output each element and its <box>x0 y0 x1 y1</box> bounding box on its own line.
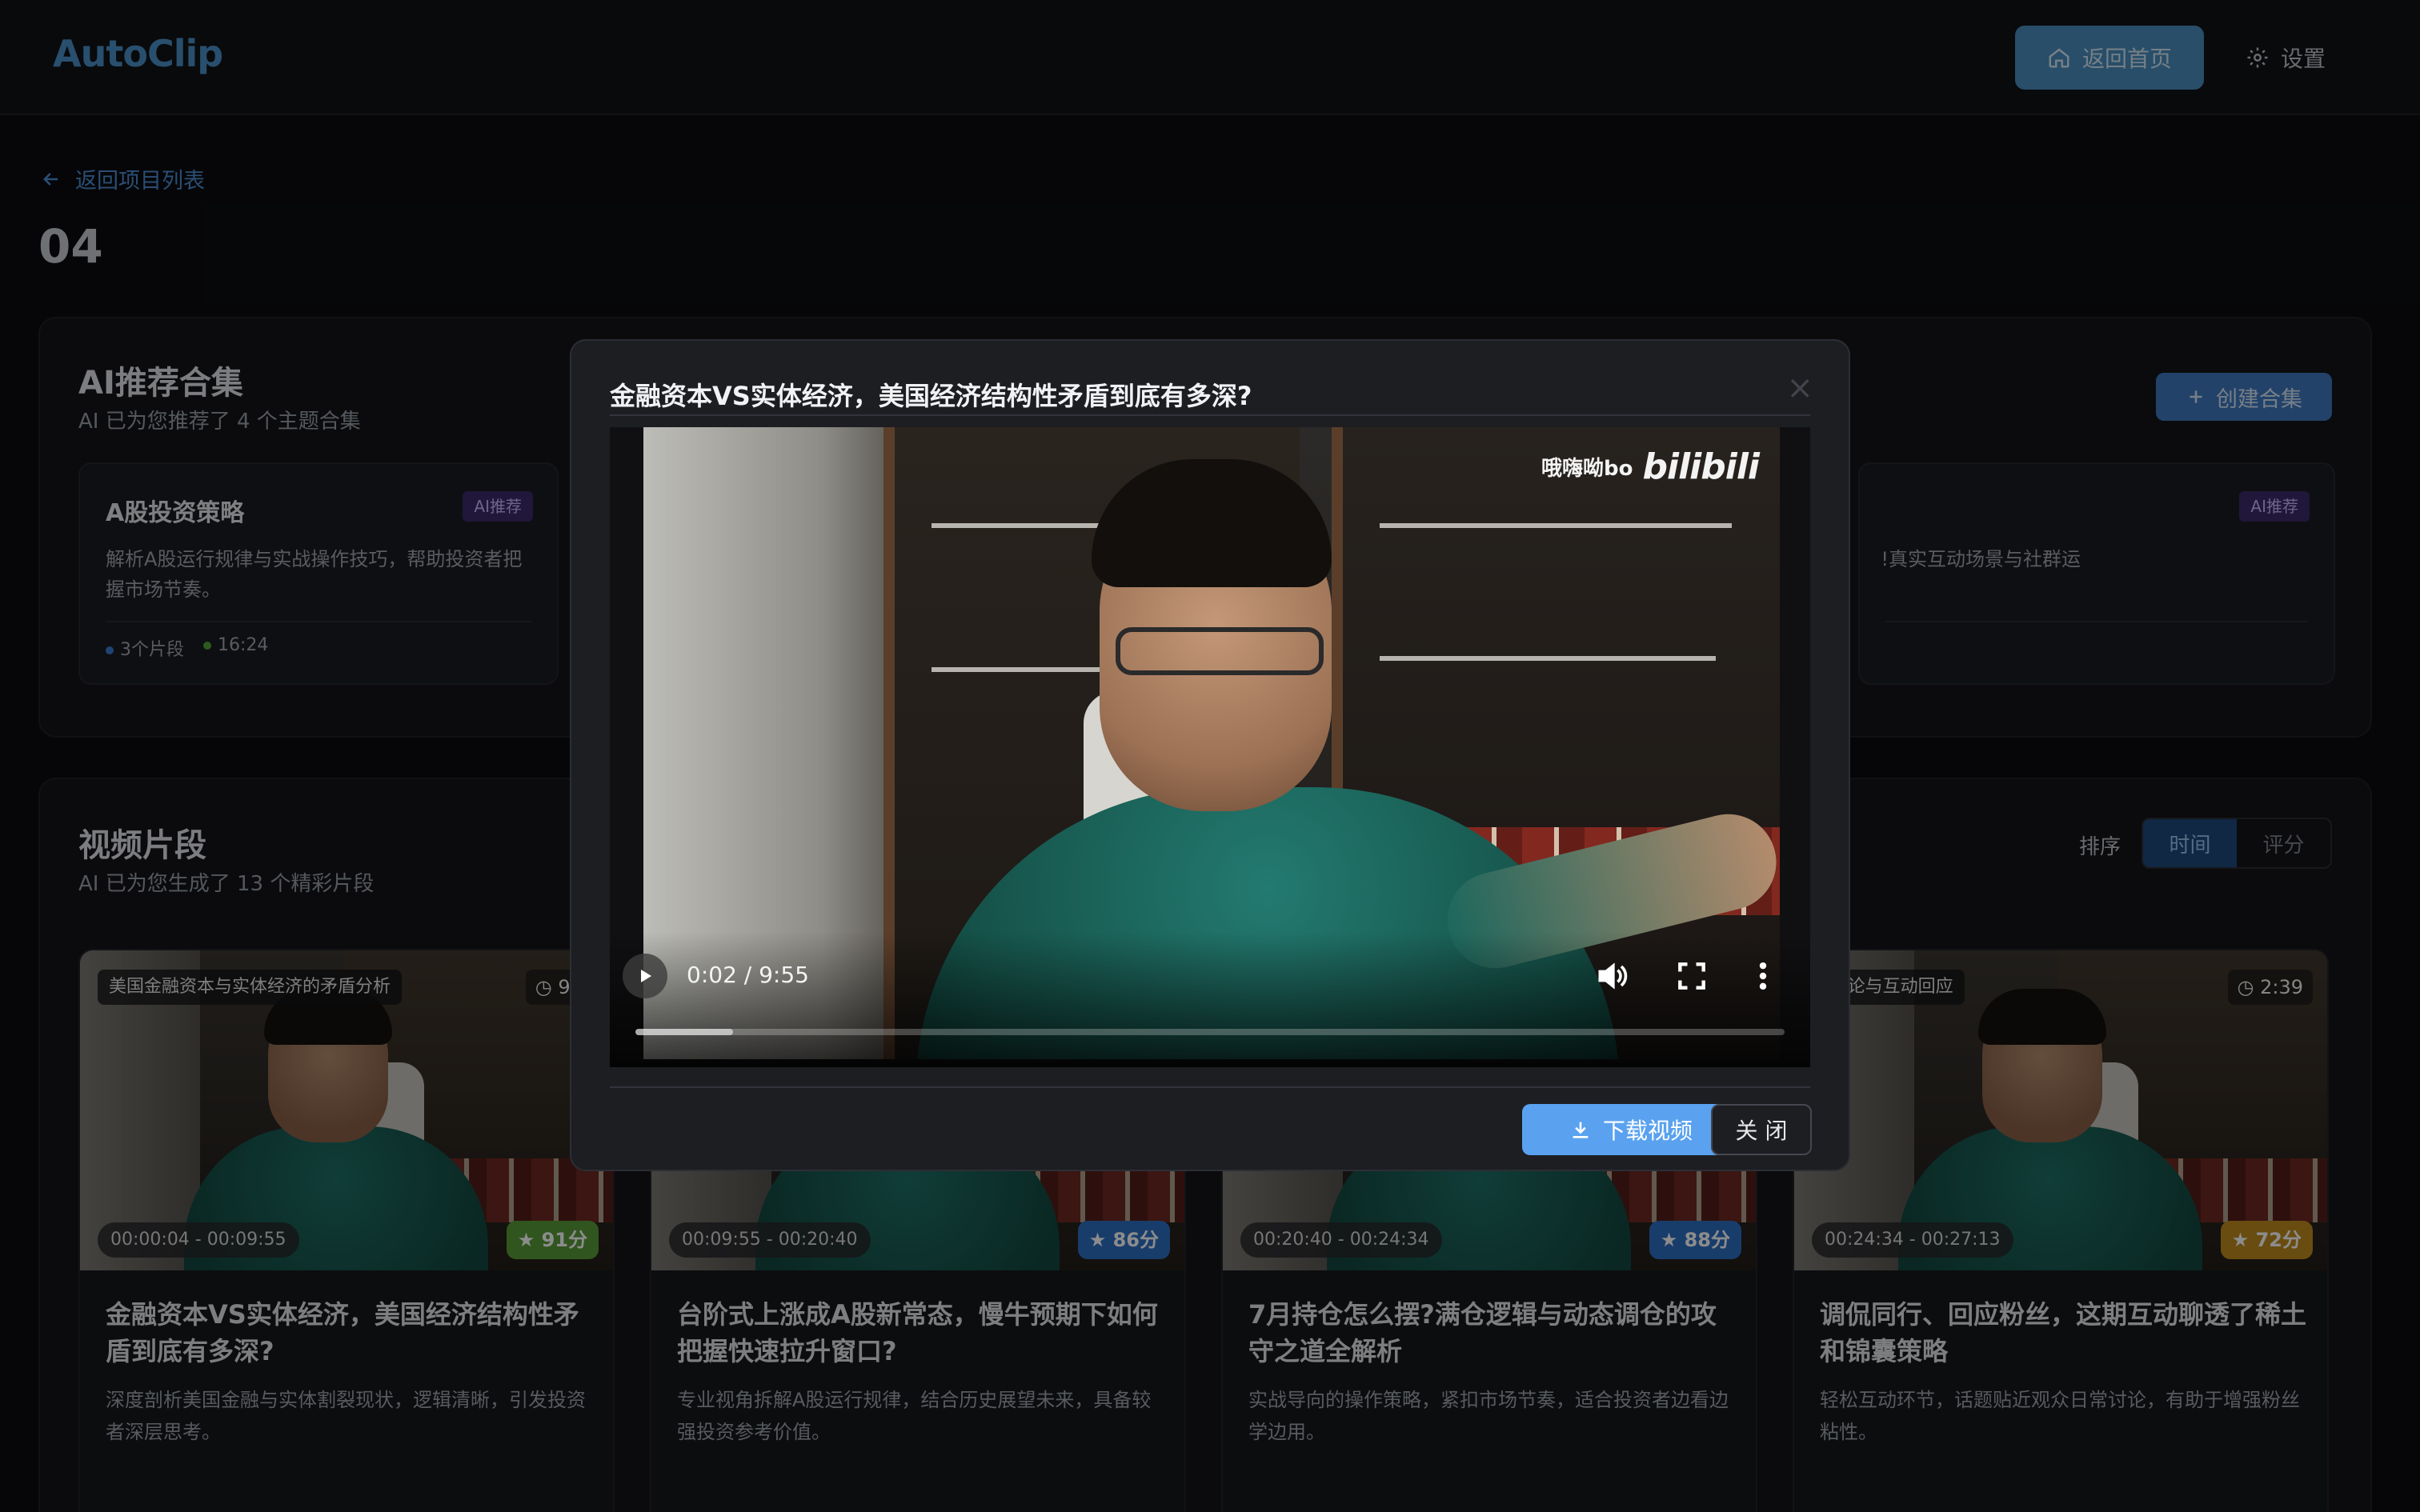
close-icon[interactable]: × <box>1786 370 1813 406</box>
download-video-button[interactable]: 下载视频 <box>1522 1104 1740 1155</box>
more-options-button[interactable] <box>1751 958 1775 994</box>
play-button[interactable] <box>623 954 667 998</box>
fullscreen-icon <box>1678 962 1705 990</box>
more-vertical-icon <box>1759 962 1767 990</box>
fullscreen-button[interactable] <box>1674 958 1709 994</box>
progress-buffered <box>635 1029 734 1035</box>
play-icon <box>641 970 651 982</box>
download-label: 下载视频 <box>1602 1118 1693 1144</box>
close-modal-button[interactable]: 关 闭 <box>1711 1104 1812 1155</box>
modal-divider <box>610 414 1810 416</box>
playback-time: 0:02 / 9:55 <box>687 962 809 988</box>
volume-button[interactable] <box>1594 958 1629 994</box>
volume-icon <box>1598 962 1628 990</box>
progress-bar[interactable] <box>635 1029 1785 1035</box>
download-icon <box>1573 1122 1589 1138</box>
bilibili-logo: bilibili <box>1642 446 1760 487</box>
modal-footer-divider <box>610 1086 1810 1088</box>
video-preview-modal: 金融资本VS实体经济，美国经济结构性矛盾到底有多深? × 哦嗨呦bo bilib… <box>570 339 1850 1171</box>
bilibili-watermark: 哦嗨呦bo bilibili <box>1541 446 1760 487</box>
modal-title: 金融资本VS实体经济，美国经济结构性矛盾到底有多深? <box>610 381 1252 411</box>
controls-overlay <box>610 931 1810 1067</box>
video-player[interactable]: 哦嗨呦bo bilibili 0:02 / 9:55 <box>610 427 1810 1067</box>
watermark-uploader: 哦嗨呦bo <box>1541 457 1633 481</box>
